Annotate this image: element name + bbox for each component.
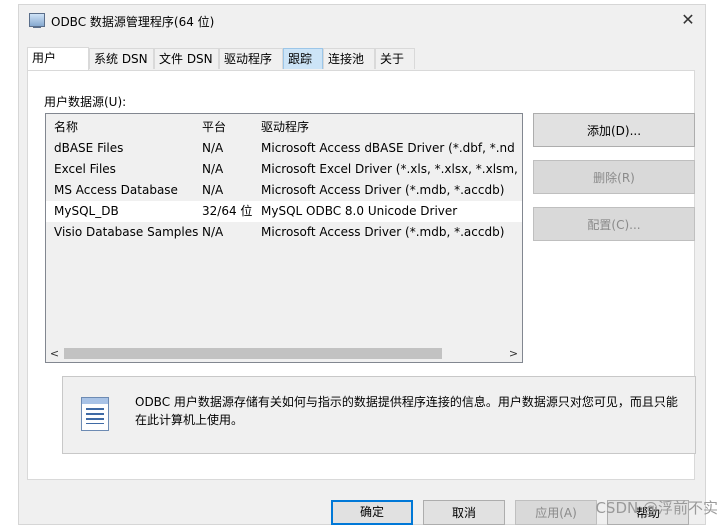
configure-button[interactable]: 配置(C)... [533,207,695,241]
odbc-dialog: ODBC 数据源管理程序(64 位) ✕ 用户 DSN 系统 DSN 文件 DS… [18,4,706,525]
odbc-app-icon [29,13,45,28]
list-item-selected[interactable]: MySQL_DB 32/64 位 MySQL ODBC 8.0 Unicode … [46,201,522,222]
list-item[interactable]: MS Access Database N/A Microsoft Access … [46,180,522,201]
close-button[interactable]: ✕ [677,9,699,31]
data-source-icon [81,397,109,431]
tab-connection-pooling[interactable]: 连接池 [323,48,375,69]
tab-file-dsn[interactable]: 文件 DSN [154,48,219,69]
dsn-driver: MySQL ODBC 8.0 Unicode Driver [261,204,458,218]
title-bar: ODBC 数据源管理程序(64 位) ✕ [19,5,705,35]
list-header: 名称 平台 驱动程序 [46,118,522,136]
dsn-platform: N/A [202,225,224,239]
dsn-name: Excel Files [54,162,116,176]
dsn-platform: N/A [202,162,224,176]
apply-button[interactable]: 应用(A) [515,500,597,525]
dsn-platform: N/A [202,141,224,155]
horizontal-scrollbar[interactable]: < > [46,345,522,362]
scroll-right-arrow-icon[interactable]: > [505,345,522,362]
info-box: ODBC 用户数据源存储有关如何与指示的数据提供程序连接的信息。用户数据源只对您… [62,376,696,454]
dsn-platform: 32/64 位 [202,204,253,218]
tab-user-dsn[interactable]: 用户 DSN [27,47,89,86]
dsn-name: Visio Database Samples [54,225,198,239]
dsn-driver: Microsoft Access dBASE Driver (*.dbf, *.… [261,141,515,155]
data-source-list[interactable]: 名称 平台 驱动程序 dBASE Files N/A Microsoft Acc… [45,113,523,363]
dsn-name: MS Access Database [54,183,178,197]
info-text: ODBC 用户数据源存储有关如何与指示的数据提供程序连接的信息。用户数据源只对您… [135,395,678,427]
list-item[interactable]: dBASE Files N/A Microsoft Access dBASE D… [46,138,522,159]
ok-button[interactable]: 确定 [331,500,413,525]
tab-drivers[interactable]: 驱动程序 [219,48,283,69]
window-title: ODBC 数据源管理程序(64 位) [51,15,215,29]
dsn-platform: N/A [202,183,224,197]
cancel-button[interactable]: 取消 [423,500,505,525]
dsn-name: MySQL_DB [54,204,119,218]
watermark: CSDN @浮前不实 [595,499,718,517]
tab-system-dsn[interactable]: 系统 DSN [89,48,154,69]
dsn-driver: Microsoft Access Driver (*.mdb, *.accdb) [261,225,505,239]
list-item[interactable]: Excel Files N/A Microsoft Excel Driver (… [46,159,522,180]
tab-about[interactable]: 关于 [375,48,415,69]
dsn-name: dBASE Files [54,141,124,155]
scroll-left-arrow-icon[interactable]: < [46,345,63,362]
user-data-sources-label: 用户数据源(U): [44,95,127,109]
dsn-driver: Microsoft Access Driver (*.mdb, *.accdb) [261,183,505,197]
tab-tracing[interactable]: 跟踪 [283,48,323,69]
column-header-platform[interactable]: 平台 [202,118,258,135]
dsn-driver: Microsoft Excel Driver (*.xls, *.xlsx, *… [261,162,523,176]
user-dsn-panel: 用户数据源(U): 名称 平台 驱动程序 dBASE Files N/A Mic… [27,70,696,480]
add-button[interactable]: 添加(D)... [533,113,695,147]
scroll-thumb[interactable] [64,348,442,359]
list-item[interactable]: Visio Database Samples N/A Microsoft Acc… [46,222,522,243]
remove-button[interactable]: 删除(R) [533,160,695,194]
column-header-name[interactable]: 名称 [54,118,198,135]
column-header-driver[interactable]: 驱动程序 [261,118,522,135]
